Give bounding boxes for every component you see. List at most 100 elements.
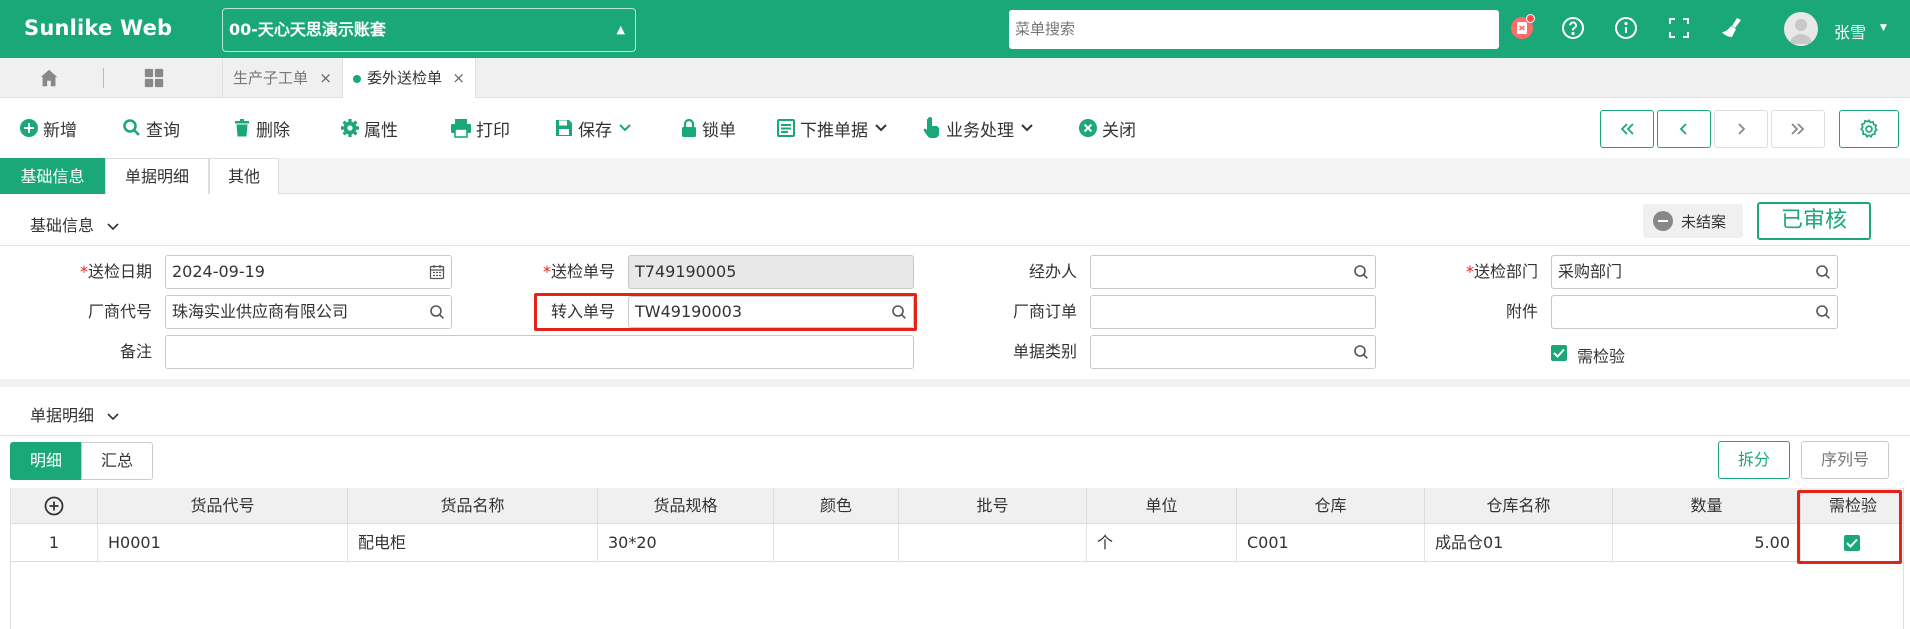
add-row-button[interactable] — [11, 488, 98, 524]
chevron-down-icon — [1021, 124, 1033, 132]
double-chevron-left-icon — [1620, 123, 1634, 135]
delete-button[interactable]: 删除 — [232, 117, 290, 141]
menu-search-input[interactable] — [1009, 10, 1499, 49]
handler-label: 经办人 — [1028, 262, 1077, 281]
hand-pointer-icon — [923, 117, 939, 138]
checkmark-icon — [1553, 348, 1565, 358]
cell-quantity[interactable]: 5.00 — [1613, 524, 1801, 561]
attachment-label: 附件 — [1505, 302, 1538, 321]
status-badge: 未结案 — [1643, 204, 1743, 238]
remark-field[interactable] — [165, 335, 914, 369]
vendor-code-field[interactable]: 珠海实业供应商有限公司 — [165, 295, 452, 329]
brand-logo: Sunlike Web — [24, 16, 173, 40]
clear-cache-icon[interactable] — [1718, 14, 1746, 42]
vendor-order-field[interactable] — [1090, 295, 1376, 329]
gear-icon — [1860, 119, 1878, 139]
need-inspect-checkbox[interactable] — [1551, 345, 1567, 361]
tab-document-details[interactable]: 单据明细 — [105, 158, 209, 194]
doc-type-field[interactable] — [1090, 335, 1376, 369]
search-icon — [123, 119, 140, 136]
split-button[interactable]: 拆分 — [1718, 441, 1790, 479]
cell-color[interactable] — [774, 524, 899, 561]
account-select[interactable]: 00-天心天思演示账套 ▲ — [222, 8, 636, 52]
avatar[interactable] — [1784, 12, 1818, 46]
next-record-button[interactable] — [1714, 110, 1768, 148]
info-icon[interactable] — [1612, 14, 1640, 42]
highlight-box — [1797, 490, 1902, 564]
close-icon[interactable]: × — [452, 58, 465, 98]
cell-batch[interactable] — [899, 524, 1087, 561]
close-icon[interactable]: × — [319, 58, 332, 98]
close-circle-icon — [1079, 119, 1097, 137]
query-button[interactable]: 查询 — [122, 117, 180, 141]
row-index: 1 — [11, 524, 98, 561]
column-header[interactable]: 数量 — [1613, 488, 1801, 524]
basic-info-section-toggle[interactable]: 基础信息 — [30, 212, 119, 236]
cell-warehouse-name[interactable]: 成品仓01 — [1425, 524, 1613, 561]
close-button[interactable]: 关闭 — [1078, 117, 1136, 141]
add-button[interactable]: 新增 — [19, 117, 77, 141]
column-header[interactable]: 颜色 — [774, 488, 899, 524]
column-header[interactable]: 批号 — [899, 488, 1087, 524]
column-header[interactable]: 货品名称 — [348, 488, 598, 524]
print-button[interactable]: 打印 — [450, 117, 510, 141]
document-icon — [777, 119, 795, 137]
prev-record-button[interactable] — [1657, 110, 1711, 148]
column-header[interactable]: 仓库 — [1237, 488, 1425, 524]
column-header[interactable]: 货品代号 — [98, 488, 348, 524]
tab-outsource-inspection[interactable]: 委外送检单 × — [342, 58, 476, 98]
fullscreen-icon[interactable] — [1665, 14, 1693, 42]
double-chevron-right-icon — [1791, 123, 1805, 135]
printer-icon — [451, 119, 471, 138]
home-icon[interactable] — [38, 67, 60, 93]
table-row[interactable]: 1 H0001 配电柜 30*20 个 C001 成品仓01 5.00 — [11, 524, 1903, 562]
chevron-down-icon — [107, 223, 119, 231]
divider — [0, 245, 1910, 246]
tab-detail[interactable]: 明细 — [10, 442, 82, 480]
column-header[interactable]: 货品规格 — [598, 488, 774, 524]
grid-icon[interactable] — [143, 67, 165, 93]
chevron-down-icon — [875, 124, 887, 132]
inspect-date-field[interactable]: 2024-09-19 — [165, 255, 452, 289]
save-button[interactable]: 保存 — [554, 117, 636, 141]
column-header[interactable]: 仓库名称 — [1425, 488, 1613, 524]
search-icon — [1816, 265, 1830, 279]
help-icon[interactable] — [1559, 14, 1587, 42]
properties-button[interactable]: 属性 — [340, 117, 398, 141]
tab-summary[interactable]: 汇总 — [81, 442, 153, 480]
notification-badge — [1526, 14, 1535, 23]
serial-number-button[interactable]: 序列号 — [1801, 441, 1889, 479]
column-header[interactable]: 单位 — [1087, 488, 1237, 524]
caret-down-icon[interactable]: ▼ — [1880, 23, 1887, 33]
cell-warehouse[interactable]: C001 — [1237, 524, 1425, 561]
cell-unit[interactable]: 个 — [1087, 524, 1237, 561]
cell-item-code[interactable]: H0001 — [98, 524, 348, 561]
caret-up-icon: ▲ — [616, 23, 625, 36]
chevron-left-icon — [1679, 123, 1687, 135]
tab-other[interactable]: 其他 — [209, 158, 279, 194]
tab-production-suborder[interactable]: 生产子工单 × — [222, 58, 342, 98]
inspect-dept-label: *送检部门 — [1465, 262, 1538, 281]
notification-icon[interactable] — [1508, 14, 1536, 42]
attachment-field[interactable] — [1551, 295, 1838, 329]
plus-circle-icon — [44, 496, 64, 516]
cell-item-spec[interactable]: 30*20 — [598, 524, 774, 561]
settings-button[interactable] — [1839, 110, 1899, 148]
first-record-button[interactable] — [1600, 110, 1654, 148]
business-process-button[interactable]: 业务处理 — [922, 117, 1038, 141]
account-name: 00-天心天思演示账套 — [229, 20, 386, 39]
divider — [0, 435, 1910, 436]
lock-button[interactable]: 锁单 — [680, 117, 736, 141]
transfer-no-field[interactable]: TW49190003 — [628, 296, 914, 328]
push-document-button[interactable]: 下推单据 — [776, 117, 892, 141]
vendor-order-label: 厂商订单 — [1012, 302, 1077, 321]
tab-label: 生产子工单 — [233, 69, 309, 87]
tab-basic-info[interactable]: 基础信息 — [0, 158, 105, 194]
handler-field[interactable] — [1090, 255, 1376, 289]
username[interactable]: 张雪 — [1834, 19, 1866, 43]
inspect-dept-field[interactable]: 采购部门 — [1551, 255, 1838, 289]
cell-item-name[interactable]: 配电柜 — [348, 524, 598, 561]
last-record-button[interactable] — [1771, 110, 1825, 148]
details-section-toggle[interactable]: 单据明细 — [30, 402, 119, 426]
transfer-no-label: 转入单号 — [550, 302, 615, 321]
